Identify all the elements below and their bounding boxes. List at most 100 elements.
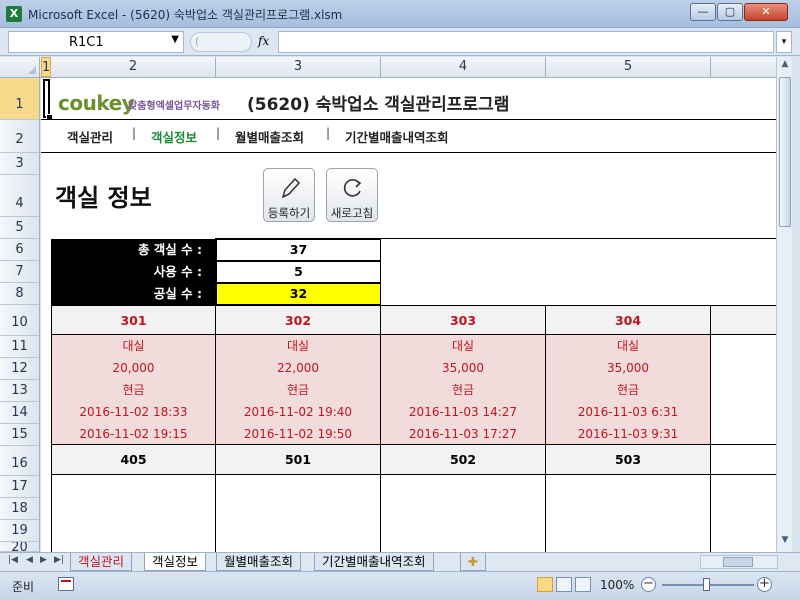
sheet-tab-room-management[interactable]: 객실관리 [70, 553, 133, 571]
room-number-cell[interactable]: 303 [381, 305, 546, 335]
expand-formula-icon[interactable]: ▾ [776, 31, 792, 53]
nav-link-period-sales[interactable]: 기간별매출내역조회 [345, 127, 449, 146]
column-header-5[interactable]: 5 [546, 57, 711, 77]
next-sheet-icon[interactable]: ▶ [40, 555, 47, 565]
zoom-out-icon[interactable]: − [641, 577, 656, 592]
room-detail-card-empty[interactable] [711, 335, 776, 445]
row-header-13[interactable]: 13 [0, 380, 40, 402]
formula-input[interactable] [278, 31, 774, 53]
room-price: 20,000 [112, 361, 155, 375]
room-detail-card[interactable]: 대실 22,000 현금 2016-11-02 19:40 2016-11-02… [216, 335, 381, 445]
insert-function-icon[interactable]: fx [258, 34, 269, 48]
column-header-2[interactable]: 2 [51, 57, 216, 77]
room-detail-card-vacant[interactable] [51, 475, 216, 552]
room-detail-card-vacant[interactable] [546, 475, 711, 552]
sheet-tab-room-info[interactable]: 객실정보 [144, 553, 207, 571]
room-type: 대실 [286, 339, 310, 353]
row-header-7[interactable]: 7 [0, 261, 40, 283]
zoom-slider-thumb[interactable] [703, 578, 710, 591]
nav-link-monthly-sales[interactable]: 월별매출조회 [235, 127, 304, 146]
column-header-1[interactable]: 1 [41, 57, 51, 77]
program-title: (5620) 숙박업소 객실관리프로그램 [247, 95, 510, 115]
room-detail-card[interactable]: 대실 35,000 현금 2016-11-03 6:31 2016-11-03 … [546, 335, 711, 445]
room-number-cell-empty[interactable] [711, 445, 776, 475]
room-detail-card[interactable]: 대실 35,000 현금 2016-11-03 14:27 2016-11-03… [381, 335, 546, 445]
total-rooms-value[interactable]: 37 [216, 239, 381, 261]
zoom-in-icon[interactable]: + [757, 577, 772, 592]
room-checkout: 2016-11-03 9:31 [577, 427, 679, 441]
sheet-tab-period-sales[interactable]: 기간별매출내역조회 [314, 553, 434, 571]
register-button[interactable]: 등록하기 [263, 168, 315, 222]
row-header-4[interactable]: 4 [0, 175, 40, 217]
room-number-cell[interactable]: 301 [51, 305, 216, 335]
status-ready: 준비 [12, 580, 35, 594]
prev-sheet-icon[interactable]: ◀ [26, 555, 33, 565]
row-header-15[interactable]: 15 [0, 424, 40, 446]
room-number-cell[interactable]: 405 [51, 445, 216, 475]
row-header-3[interactable]: 3 [0, 153, 40, 175]
vacant-rooms-value[interactable]: 32 [216, 283, 381, 305]
refresh-button[interactable]: 새로고침 [326, 168, 378, 222]
chevron-down-icon[interactable]: ▼ [171, 34, 179, 45]
header-divider [41, 119, 776, 120]
page-layout-view-icon[interactable] [556, 577, 572, 592]
room-detail-card-vacant[interactable] [381, 475, 546, 552]
room-price: 35,000 [442, 361, 484, 375]
logo-tagline: 맞춤형엑셀업무자동화 [128, 101, 220, 112]
minimize-button[interactable]: — [690, 3, 716, 21]
macro-record-icon[interactable] [58, 577, 74, 591]
vertical-scroll-thumb[interactable] [779, 77, 791, 227]
horizontal-scrollbar[interactable] [700, 555, 778, 569]
room-number-cell-empty[interactable] [711, 305, 776, 335]
room-number-cell[interactable]: 304 [546, 305, 711, 335]
pencil-icon [281, 177, 301, 199]
room-number-cell[interactable]: 302 [216, 305, 381, 335]
room-number-cell[interactable]: 502 [381, 445, 546, 475]
select-all-corner[interactable] [0, 57, 40, 77]
row-header-18[interactable]: 18 [0, 498, 40, 520]
row-header-20[interactable]: 20 [0, 542, 40, 552]
row-header-19[interactable]: 19 [0, 520, 40, 542]
close-button[interactable]: ✕ [744, 3, 788, 21]
room-price: 22,000 [277, 361, 319, 375]
excel-app-icon[interactable]: X [6, 6, 22, 22]
room-number-cell[interactable]: 501 [216, 445, 381, 475]
scroll-up-icon[interactable]: ▲ [779, 59, 791, 73]
maximize-button[interactable]: ▢ [717, 3, 743, 21]
column-header-3[interactable]: 3 [216, 57, 381, 77]
row-header-11[interactable]: 11 [0, 336, 40, 358]
column-header-4[interactable]: 4 [381, 57, 546, 77]
used-rooms-value[interactable]: 5 [216, 261, 381, 283]
row-header-1[interactable]: 1 [0, 78, 40, 120]
row-header-8[interactable]: 8 [0, 283, 40, 305]
nav-link-room-management[interactable]: 객실관리 [67, 127, 113, 146]
nav-separator: | [326, 126, 331, 140]
row-header-17[interactable]: 17 [0, 476, 40, 498]
row-header-16[interactable]: 16 [0, 446, 40, 476]
normal-view-icon[interactable] [537, 577, 553, 592]
row-header-6[interactable]: 6 [0, 239, 40, 261]
room-payment: 현금 [451, 383, 475, 397]
first-sheet-icon[interactable]: |◀ [8, 555, 18, 565]
page-title: 객실 정보 [55, 184, 152, 212]
worksheet-grid[interactable]: coukey 맞춤형엑셀업무자동화 (5620) 숙박업소 객실관리프로그램 객… [41, 78, 776, 552]
sheet-tab-monthly-sales[interactable]: 월별매출조회 [216, 553, 302, 571]
name-box[interactable]: R1C1 ▼ [8, 31, 184, 53]
row-header-10[interactable]: 10 [0, 305, 40, 336]
insert-sheet-icon[interactable]: ✚ [460, 553, 486, 571]
nav-separator: | [216, 126, 221, 140]
room-number-cell[interactable]: 503 [546, 445, 711, 475]
room-detail-card[interactable]: 대실 20,000 현금 2016-11-02 18:33 2016-11-02… [51, 335, 216, 445]
horizontal-scroll-thumb[interactable] [723, 557, 753, 567]
room-detail-card-vacant[interactable] [216, 475, 381, 552]
scroll-down-icon[interactable]: ▼ [779, 535, 791, 549]
page-break-view-icon[interactable] [575, 577, 591, 592]
nav-link-room-info[interactable]: 객실정보 [151, 127, 197, 146]
row-header-14[interactable]: 14 [0, 402, 40, 424]
row-header-2[interactable]: 2 [0, 120, 40, 153]
row-header-12[interactable]: 12 [0, 358, 40, 380]
vertical-scrollbar[interactable]: ▲ ▼ [776, 57, 792, 552]
last-sheet-icon[interactable]: ▶| [54, 555, 64, 565]
row-header-5[interactable]: 5 [0, 217, 40, 239]
zoom-level[interactable]: 100% [600, 578, 634, 592]
